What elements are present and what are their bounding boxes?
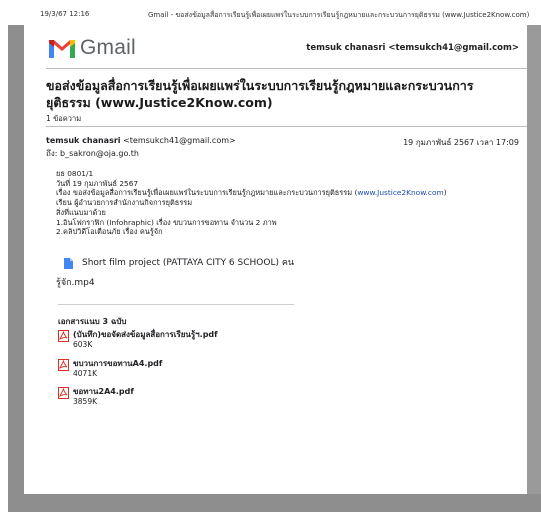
pdf-attachment[interactable]: (บันทึก)ขอจัดส่งข้อมูลสื่อการเรียนรู้ฯ.p… bbox=[58, 330, 218, 349]
recipient: ถึง: b_sakron@oja.go.th bbox=[46, 149, 139, 158]
gmail-m-logo-icon bbox=[49, 40, 75, 58]
gmail-wordmark: Gmail bbox=[80, 36, 136, 59]
message-date: 19 กุมภาพันธ์ 2567 เวลา 17:09 bbox=[403, 138, 519, 147]
account-identity: temsuk chanasri <temsukch41@gmail.com> bbox=[306, 43, 519, 53]
scan-border-bottom bbox=[8, 494, 541, 512]
print-timestamp: 19/3/67 12:16 bbox=[40, 10, 90, 18]
attachment-size: 603K bbox=[73, 340, 93, 349]
sender-email: <temsukch41@gmail.com> bbox=[123, 136, 236, 145]
attachments-heading: เอกสารแนบ 3 ฉบับ bbox=[58, 317, 127, 326]
divider bbox=[58, 304, 294, 305]
body-line: ยธ 0801/1 bbox=[56, 169, 94, 178]
body-line: 2.คลิปวิดีโอเตือนภัย เรื่อง คนรู้จัก bbox=[56, 227, 163, 237]
sender-name: temsuk chanasri bbox=[46, 136, 121, 145]
justice2know-link[interactable]: www.Justice2Know.com bbox=[357, 188, 443, 197]
scan-border-left bbox=[8, 25, 24, 495]
drive-attachment[interactable]: Short film project (PATTAYA CITY 6 SCHOO… bbox=[64, 258, 294, 269]
attachment-name: (บันทึก)ขอจัดส่งข้อมูลสื่อการเรียนรู้ฯ.p… bbox=[73, 330, 218, 339]
attachment-name: ขอทาน2A4.pdf bbox=[73, 387, 134, 396]
attachment-size: 3859K bbox=[73, 397, 98, 406]
video-file-icon bbox=[64, 258, 73, 269]
pdf-file-icon bbox=[58, 359, 69, 371]
drive-attachment-name: Short film project (PATTAYA CITY 6 SCHOO… bbox=[82, 258, 295, 268]
divider bbox=[46, 126, 527, 127]
email-print-page: Gmail temsuk chanasri <temsukch41@gmail.… bbox=[24, 25, 527, 494]
body-line: เรียน ผู้อำนวยการสำนักงานกิจการยุติธรรม bbox=[56, 198, 193, 208]
pdf-file-icon bbox=[58, 330, 69, 342]
pdf-attachment[interactable]: ขบวนการขอทานA4.pdf 4071K bbox=[58, 359, 162, 378]
gmail-logo[interactable]: Gmail bbox=[49, 36, 136, 60]
sender: temsuk chanasri <temsukch41@gmail.com> bbox=[46, 136, 236, 145]
pdf-file-icon bbox=[58, 387, 69, 399]
divider bbox=[46, 68, 527, 69]
message-body: ยธ 0801/1 วันที่ 19 กุมภาพันธ์ 2567 เรื่… bbox=[56, 169, 516, 237]
message-count: 1 ข้อความ bbox=[46, 114, 82, 123]
attachment-size: 4071K bbox=[73, 369, 98, 378]
body-line: 1.อินโฟกราฟิก (Infohraphic) เรื่อง ขบวนก… bbox=[56, 217, 277, 227]
scan-border-right bbox=[527, 25, 541, 495]
body-line: วันที่ 19 กุมภาพันธ์ 2567 bbox=[56, 178, 139, 188]
body-line: สิ่งที่แนบมาด้วย bbox=[56, 207, 106, 217]
drive-attachment-name-cont: รู้จัก.mp4 bbox=[56, 278, 95, 288]
pdf-attachment[interactable]: ขอทาน2A4.pdf 3859K bbox=[58, 387, 134, 406]
thread-subject: ขอส่งข้อมูลสื่อการเรียนรู้เพื่อเผยแพร่ใน… bbox=[46, 78, 474, 110]
attachment-name: ขบวนการขอทานA4.pdf bbox=[73, 359, 163, 368]
print-header: 19/3/67 12:16 Gmail - ขอส่งข้อมูลสื่อการ… bbox=[0, 0, 541, 22]
body-line: เรื่อง ขอส่งข้อมูลสื่อการเรียนรู้เพื่อเผ… bbox=[56, 188, 447, 198]
print-title: Gmail - ขอส่งข้อมูลสื่อการเรียนรู้เพื่อเ… bbox=[148, 11, 530, 19]
